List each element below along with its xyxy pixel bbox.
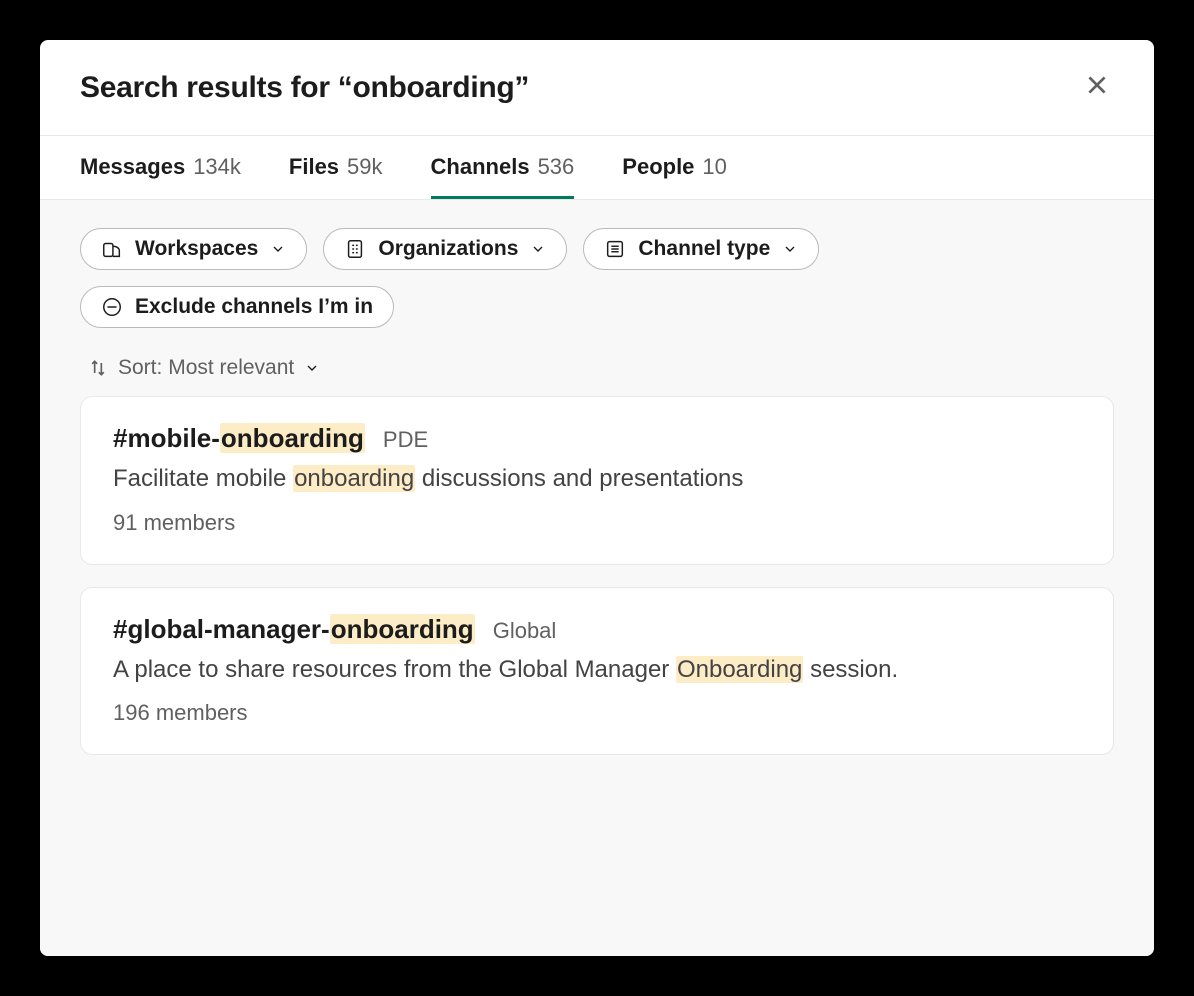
channel-members: 91 members (113, 510, 1081, 536)
channel-workspace: Global (493, 618, 557, 644)
tab-label: People (622, 154, 694, 180)
chevron-down-icon (782, 241, 798, 257)
tab-count: 536 (538, 154, 575, 180)
channel-description: Facilitate mobile onboarding discussions… (113, 462, 1081, 496)
filter-organizations[interactable]: Organizations (323, 228, 567, 270)
channel-workspace: PDE (383, 427, 428, 453)
sort-control[interactable]: Sort: Most relevant (80, 356, 1114, 380)
filter-label: Channel type (638, 237, 770, 261)
tab-channels[interactable]: Channels 536 (431, 136, 575, 199)
workspace-icon (101, 238, 123, 260)
tabs-bar: Messages 134k Files 59k Channels 536 Peo… (40, 136, 1154, 200)
tab-messages[interactable]: Messages 134k (80, 136, 241, 199)
filter-workspaces[interactable]: Workspaces (80, 228, 307, 270)
sort-label: Sort: Most relevant (118, 356, 294, 380)
tab-label: Files (289, 154, 339, 180)
filter-channel-type[interactable]: Channel type (583, 228, 819, 270)
channel-name: #mobile-onboarding (113, 423, 365, 454)
filter-label: Organizations (378, 237, 518, 261)
result-title-row: #global-manager-onboarding Global (113, 614, 1081, 645)
close-button[interactable] (1080, 68, 1114, 107)
tab-count: 10 (702, 154, 726, 180)
tab-label: Messages (80, 154, 185, 180)
filter-exclude-channels[interactable]: Exclude channels I’m in (80, 286, 394, 328)
list-icon (604, 238, 626, 260)
filter-bar: Workspaces Organizations (80, 228, 1114, 328)
filter-label: Workspaces (135, 237, 258, 261)
results-content: Workspaces Organizations (40, 200, 1154, 956)
close-icon (1084, 72, 1110, 98)
channel-description: A place to share resources from the Glob… (113, 653, 1081, 687)
chevron-down-icon (530, 241, 546, 257)
modal-title: Search results for “onboarding” (80, 71, 529, 105)
chevron-down-icon (270, 241, 286, 257)
tab-count: 134k (193, 154, 241, 180)
tab-files[interactable]: Files 59k (289, 136, 383, 199)
channel-name: #global-manager-onboarding (113, 614, 475, 645)
result-title-row: #mobile-onboarding PDE (113, 423, 1081, 454)
sort-icon (88, 358, 108, 378)
modal-header: Search results for “onboarding” (40, 40, 1154, 136)
search-results-modal: Search results for “onboarding” Messages… (40, 40, 1154, 956)
results-list: #mobile-onboarding PDE Facilitate mobile… (80, 396, 1114, 755)
channel-result[interactable]: #mobile-onboarding PDE Facilitate mobile… (80, 396, 1114, 565)
building-icon (344, 238, 366, 260)
channel-result[interactable]: #global-manager-onboarding Global A plac… (80, 587, 1114, 756)
filter-label: Exclude channels I’m in (135, 295, 373, 319)
exclude-icon (101, 296, 123, 318)
tab-people[interactable]: People 10 (622, 136, 727, 199)
tab-count: 59k (347, 154, 382, 180)
channel-members: 196 members (113, 700, 1081, 726)
tab-label: Channels (431, 154, 530, 180)
chevron-down-icon (304, 360, 320, 376)
